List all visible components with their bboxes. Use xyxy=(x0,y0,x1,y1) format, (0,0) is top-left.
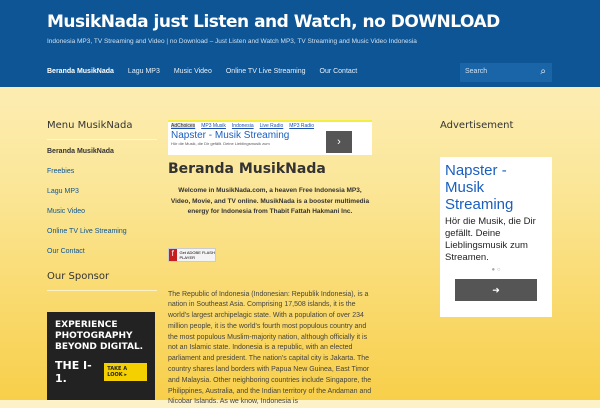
menu-title: Menu MusikNada xyxy=(47,120,157,140)
search-icon[interactable]: ⌕ xyxy=(540,66,546,77)
site-header: MusikNada just Listen and Watch, no DOWN… xyxy=(0,0,600,87)
menu-item-lagu-mp3[interactable]: Lagu MP3 xyxy=(47,188,157,195)
flash-label: Get ADOBE FLASH PLAYER xyxy=(180,250,215,260)
menu-item-online-tv[interactable]: Online TV Live Streaming xyxy=(47,228,157,235)
sponsor-ad[interactable]: EXPERIENCE PHOTOGRAPHY BEYOND DIGITAL. T… xyxy=(47,312,155,400)
ad-link[interactable]: MP3 Musik xyxy=(201,123,226,129)
nav-music-video[interactable]: Music Video xyxy=(174,68,212,75)
top-ad-banner[interactable]: AdChoices MP3 Musik Indonesia Live Radio… xyxy=(168,120,372,155)
ad-line: BEYOND DIGITAL. xyxy=(55,342,147,353)
main-content: AdChoices MP3 Musik Indonesia Live Radio… xyxy=(168,120,372,408)
ad-next-button[interactable]: › xyxy=(326,131,352,153)
right-sidebar: Advertisement Napster - Musik Streaming … xyxy=(440,120,552,317)
menu-item-home[interactable]: Beranda MusikNada xyxy=(47,148,157,155)
menu-item-music-video[interactable]: Music Video xyxy=(47,208,157,215)
side-ad-text: Hör die Musik, die Dir gefällt. Deine Li… xyxy=(445,216,547,264)
sponsor-title: Our Sponsor xyxy=(47,271,157,291)
site-tagline: Indonesia MP3, TV Streaming and Video | … xyxy=(47,38,417,45)
search-placeholder: Search xyxy=(465,68,487,75)
search-input[interactable]: Search ⌕ xyxy=(460,63,552,82)
page-title: Beranda MusikNada xyxy=(168,161,372,177)
carousel-dots[interactable]: ● ○ xyxy=(445,267,547,273)
side-ad-arrow-button[interactable]: ➜ xyxy=(455,279,537,301)
adchoices[interactable]: AdChoices xyxy=(171,123,195,129)
ad-link[interactable]: Indonesia xyxy=(232,123,254,129)
flash-icon: f xyxy=(169,249,177,261)
article-body: The Republic of Indonesia (Indonesian: R… xyxy=(168,290,372,408)
take-a-look-button[interactable]: TAKE A LOOK ▸ xyxy=(104,363,147,381)
nav-home[interactable]: Beranda MusikNada xyxy=(47,68,114,75)
side-ad[interactable]: Napster - Musik Streaming Hör die Musik,… xyxy=(440,157,552,317)
ad-link[interactable]: MP3 Radio xyxy=(289,123,314,129)
side-ad-title[interactable]: Napster - Musik Streaming xyxy=(445,162,547,213)
nav-contact[interactable]: Our Contact xyxy=(320,68,358,75)
site-title[interactable]: MusikNada just Listen and Watch, no DOWN… xyxy=(47,12,500,32)
nav-lagu-mp3[interactable]: Lagu MP3 xyxy=(128,68,160,75)
left-sidebar: Menu MusikNada Beranda MusikNada Freebie… xyxy=(47,120,157,299)
welcome-text: Welcome in MusikNada.com, a heaven Free … xyxy=(168,186,372,218)
ad-line: EXPERIENCE xyxy=(55,320,147,331)
menu-item-freebies[interactable]: Freebies xyxy=(47,168,157,175)
ad-line: PHOTOGRAPHY xyxy=(55,331,147,342)
flash-player-badge[interactable]: fGet ADOBE FLASH PLAYER xyxy=(168,248,216,262)
advertisement-title: Advertisement xyxy=(440,120,552,139)
ad-product: THE I-1. xyxy=(55,359,98,385)
ad-link[interactable]: Live Radio xyxy=(260,123,284,129)
main-nav: Beranda MusikNada Lagu MP3 Music Video O… xyxy=(47,68,357,75)
menu-item-contact[interactable]: Our Contact xyxy=(47,248,157,255)
nav-online-tv[interactable]: Online TV Live Streaming xyxy=(226,68,306,75)
